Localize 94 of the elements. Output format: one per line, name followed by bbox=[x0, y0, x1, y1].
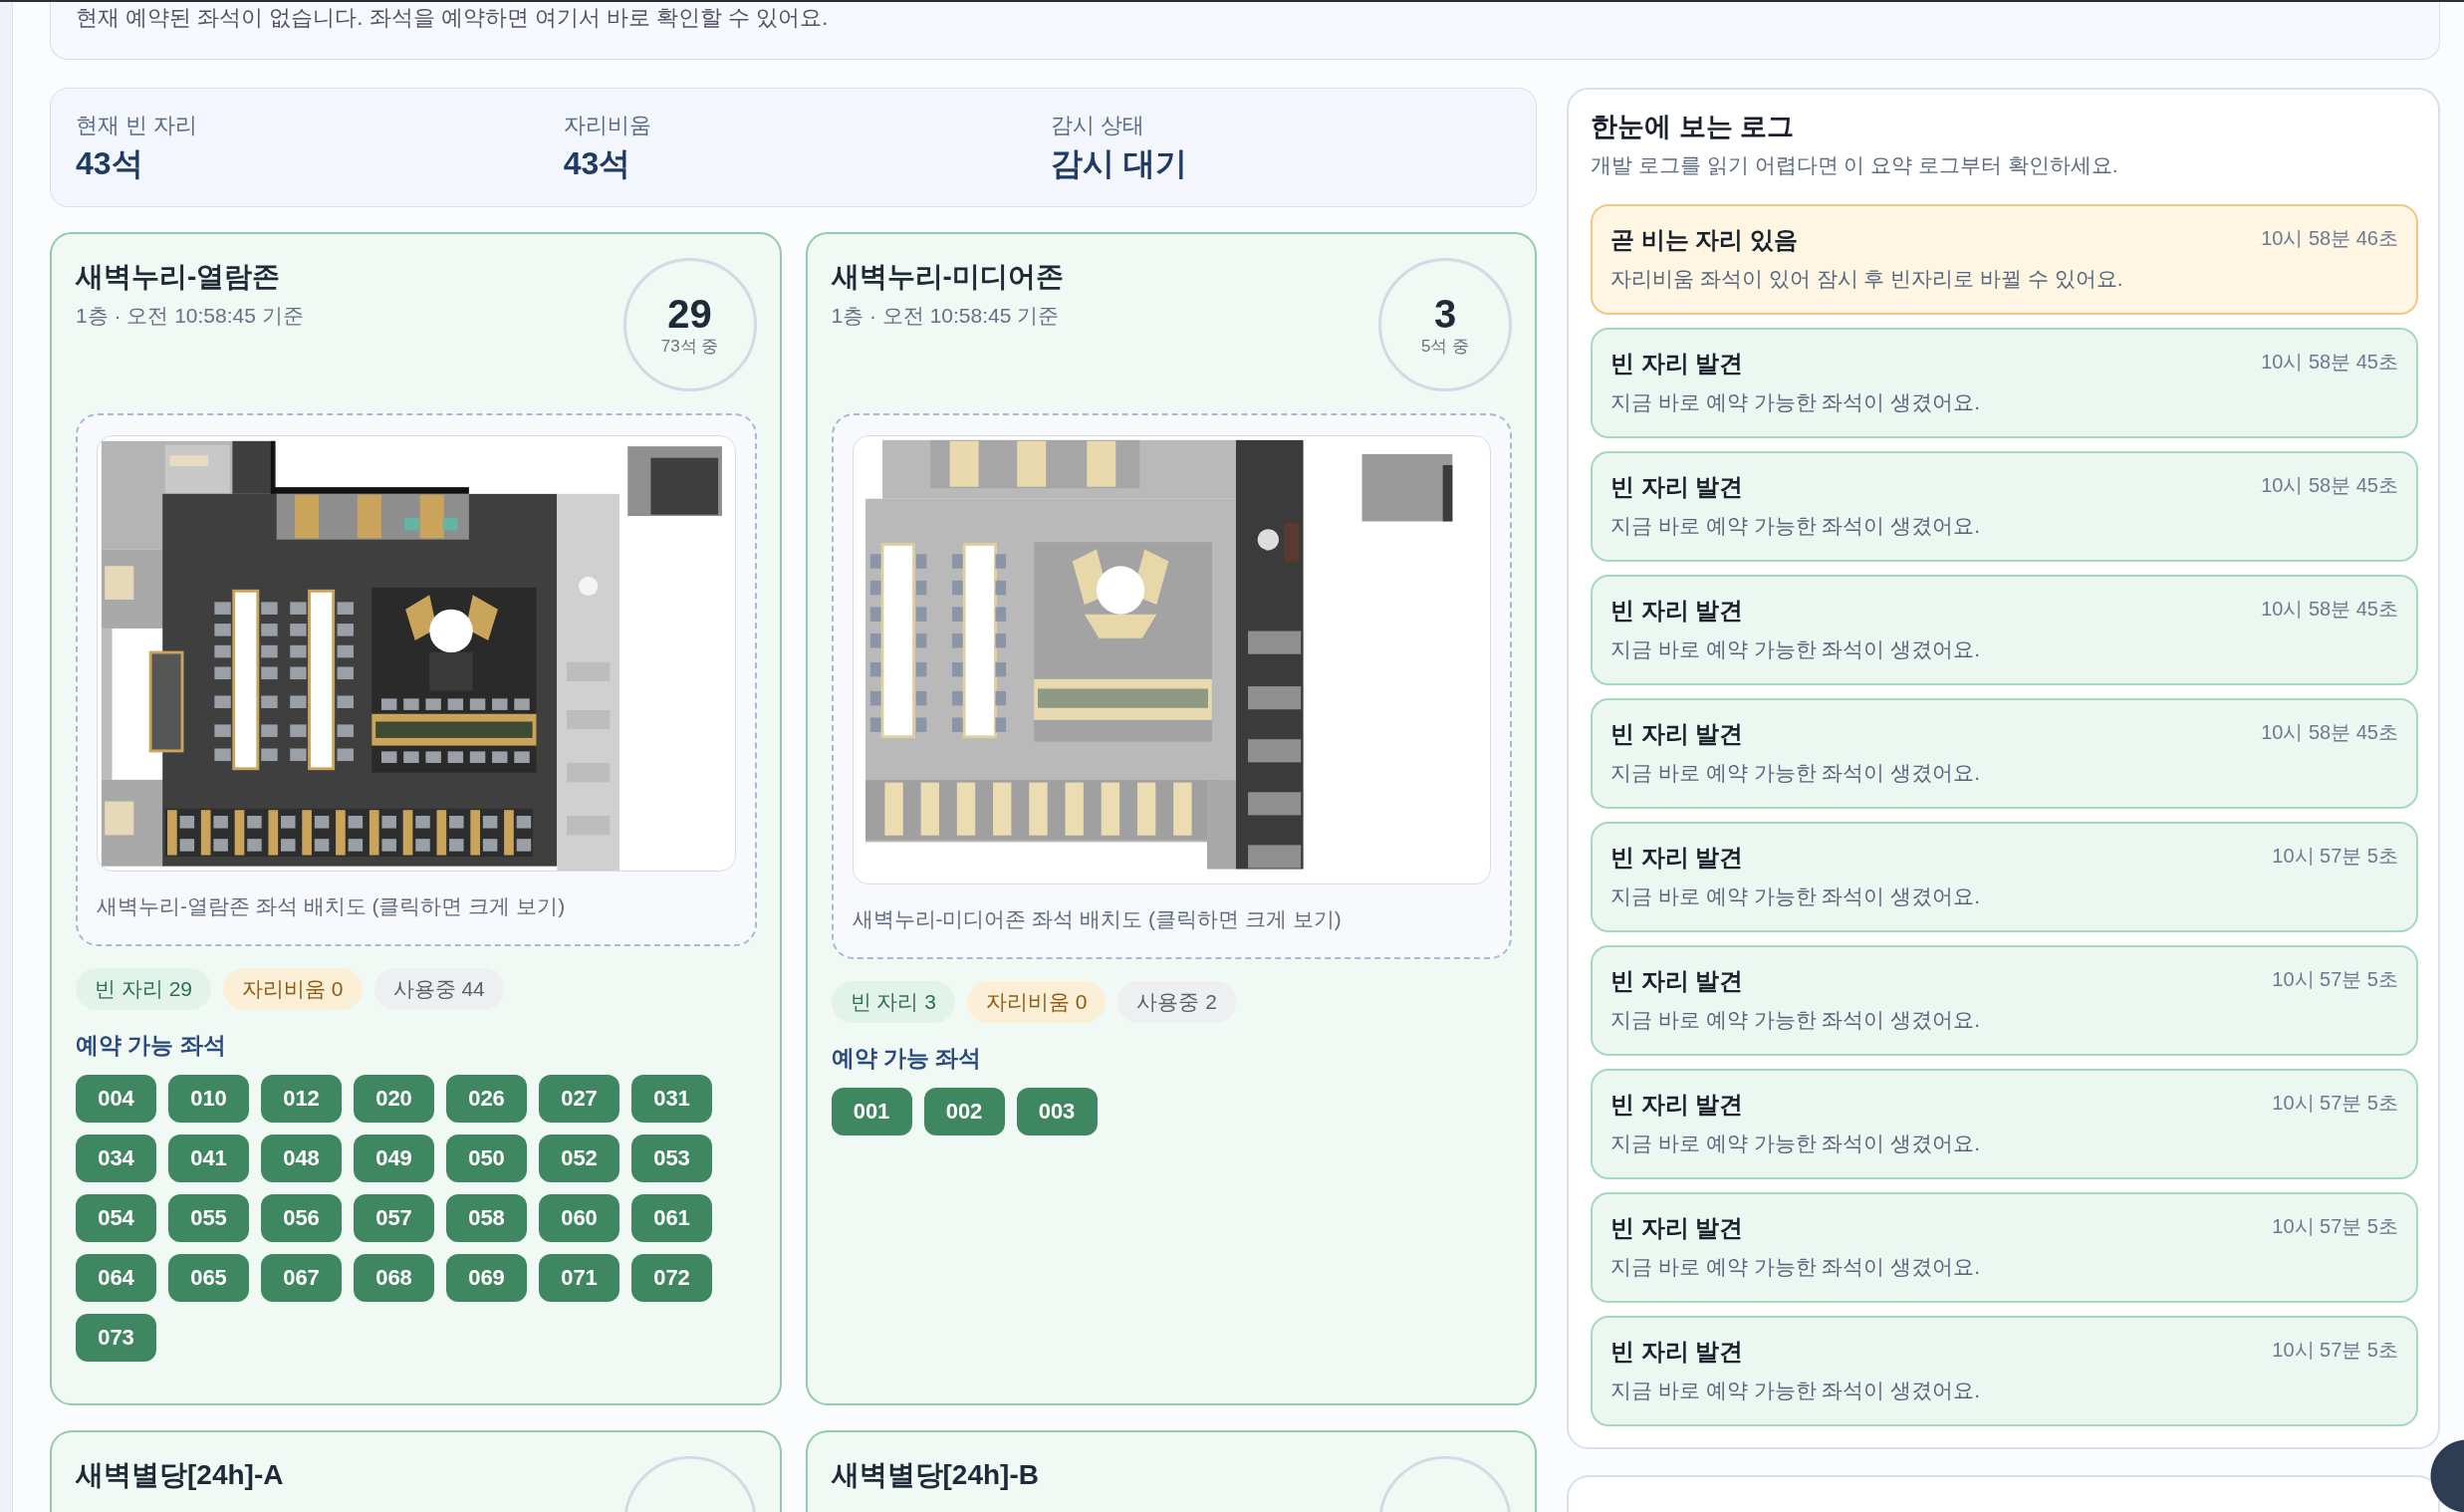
seat-button[interactable]: 027 bbox=[539, 1075, 619, 1123]
log-entry-time: 10시 57분 5초 bbox=[2272, 1338, 2398, 1363]
floor-plan-panel[interactable]: 새벽누리-미디어존 좌석 배치도 (클릭하면 크게 보기) bbox=[831, 413, 1512, 959]
status-badge: 자리비움 0 bbox=[966, 981, 1107, 1023]
seat-button[interactable]: 067 bbox=[261, 1254, 342, 1302]
summary-label: 감시 상태 bbox=[1051, 112, 1145, 139]
log-entry-message: 지금 바로 예약 가능한 좌석이 생겼어요. bbox=[1610, 1007, 1980, 1033]
seat-button[interactable]: 071 bbox=[539, 1254, 619, 1302]
seat-button[interactable]: 041 bbox=[168, 1134, 249, 1182]
zone-title: 새벽누리-열람존 bbox=[76, 260, 281, 294]
seat-button[interactable]: 065 bbox=[168, 1254, 249, 1302]
status-badge: 빈 자리 3 bbox=[831, 981, 955, 1023]
seat-button[interactable]: 068 bbox=[354, 1254, 434, 1302]
log-entry-message: 지금 바로 예약 가능한 좌석이 생겼어요. bbox=[1610, 883, 1980, 909]
seat-button[interactable]: 049 bbox=[354, 1134, 434, 1182]
log-entry-title: 곧 비는 자리 있음 bbox=[1610, 225, 1798, 255]
zone-subtitle: 1층 · 오전 10:58:45 기준 bbox=[831, 303, 1060, 329]
floor-plan-panel[interactable]: 새벽누리-열람존 좌석 배치도 (클릭하면 크게 보기) bbox=[76, 413, 757, 946]
seat-button[interactable]: 056 bbox=[261, 1194, 342, 1242]
seat-button[interactable]: 053 bbox=[631, 1134, 712, 1182]
log-entry-title: 빈 자리 발견 bbox=[1610, 349, 1744, 378]
seat-button[interactable]: 069 bbox=[446, 1254, 527, 1302]
seat-button[interactable]: 061 bbox=[631, 1194, 712, 1242]
seat-button[interactable]: 048 bbox=[261, 1134, 342, 1182]
floor-plan-caption: 새벽누리-미디어존 좌석 배치도 (클릭하면 크게 보기) bbox=[852, 906, 1343, 932]
log-entry-time: 10시 58분 46초 bbox=[2261, 226, 2398, 251]
total-seats-label: 73석 중 bbox=[660, 336, 719, 358]
seat-button[interactable]: 020 bbox=[354, 1075, 434, 1123]
seat-button[interactable]: 001 bbox=[831, 1088, 912, 1135]
seat-button[interactable]: 057 bbox=[354, 1194, 434, 1242]
seat-button[interactable]: 055 bbox=[168, 1194, 249, 1242]
log-entry-title: 빈 자리 발견 bbox=[1610, 1337, 1744, 1367]
status-badge: 빈 자리 29 bbox=[76, 968, 212, 1010]
log-entry-title: 빈 자리 발견 bbox=[1610, 966, 1744, 996]
log-entry-message: 지금 바로 예약 가능한 좌석이 생겼어요. bbox=[1610, 1131, 1980, 1156]
log-entry-title: 빈 자리 발견 bbox=[1610, 1213, 1744, 1243]
log-entry-message: 지금 바로 예약 가능한 좌석이 생겼어요. bbox=[1610, 1254, 1980, 1280]
log-entry-title: 빈 자리 발견 bbox=[1610, 719, 1744, 749]
seat-button[interactable]: 010 bbox=[168, 1075, 249, 1123]
seat-button[interactable]: 050 bbox=[446, 1134, 527, 1182]
zone-title: 새벽별당[24h]-B bbox=[831, 1458, 1039, 1492]
log-entry-message: 자리비움 좌석이 있어 잠시 후 빈자리로 바뀔 수 있어요. bbox=[1610, 266, 2123, 292]
summary-value: 43석 bbox=[563, 144, 631, 183]
seat-button[interactable]: 012 bbox=[261, 1075, 342, 1123]
log-entry-time: 10시 58분 45초 bbox=[2261, 350, 2398, 375]
log-entry-time: 10시 57분 5초 bbox=[2272, 967, 2398, 992]
log-entry-message: 지금 바로 예약 가능한 좌석이 생겼어요. bbox=[1610, 1378, 1980, 1403]
log-entry-message: 지금 바로 예약 가능한 좌석이 생겼어요. bbox=[1610, 389, 1980, 415]
status-badge: 자리비움 0 bbox=[223, 968, 363, 1010]
log-panel-subtitle: 개발 로그를 읽기 어렵다면 이 요약 로그부터 확인하세요. bbox=[1591, 152, 2118, 178]
seat-button[interactable]: 058 bbox=[446, 1194, 527, 1242]
seat-button[interactable]: 052 bbox=[539, 1134, 619, 1182]
log-entry-message: 지금 바로 예약 가능한 좌석이 생겼어요. bbox=[1610, 760, 1980, 786]
seat-button[interactable]: 034 bbox=[76, 1134, 156, 1182]
status-badge: 사용중 44 bbox=[373, 968, 504, 1010]
zone-subtitle: 1층 · 오전 10:58:45 기준 bbox=[76, 303, 304, 329]
seat-button[interactable]: 026 bbox=[446, 1075, 527, 1123]
seat-button[interactable]: 054 bbox=[76, 1194, 156, 1242]
summary-value: 감시 대기 bbox=[1051, 144, 1188, 183]
log-entry-time: 10시 57분 5초 bbox=[2272, 1214, 2398, 1239]
log-panel-title: 한눈에 보는 로그 bbox=[1591, 111, 1794, 143]
notice-text: 현재 예약된 좌석이 없습니다. 좌석을 예약하면 여기서 바로 확인할 수 있어요. bbox=[76, 4, 830, 32]
seat-button[interactable]: 031 bbox=[631, 1075, 712, 1123]
log-entry-title: 빈 자리 발견 bbox=[1610, 596, 1744, 626]
log-entry-message: 지금 바로 예약 가능한 좌석이 생겼어요. bbox=[1610, 636, 1980, 662]
available-count: 3 bbox=[1433, 292, 1457, 336]
floating-button[interactable] bbox=[2430, 1439, 2464, 1512]
zone-title: 새벽별당[24h]-A bbox=[76, 1458, 284, 1492]
seat-button[interactable]: 004 bbox=[76, 1075, 156, 1123]
log-entry-time: 10시 58분 45초 bbox=[2261, 720, 2398, 745]
floor-plan-caption: 새벽누리-열람존 좌석 배치도 (클릭하면 크게 보기) bbox=[97, 893, 567, 919]
summary-label: 현재 빈 자리 bbox=[76, 112, 198, 139]
seat-button[interactable]: 064 bbox=[76, 1254, 156, 1302]
status-badge: 사용중 2 bbox=[1117, 981, 1236, 1023]
log-entry-time: 10시 58분 45초 bbox=[2261, 473, 2398, 498]
available-count: 29 bbox=[667, 292, 712, 336]
log-entry-title: 빈 자리 발견 bbox=[1610, 843, 1744, 873]
seat-button[interactable]: 073 bbox=[76, 1314, 156, 1362]
total-seats-label: 5석 중 bbox=[1420, 336, 1470, 358]
zone-title: 새벽누리-미디어존 bbox=[831, 260, 1064, 294]
seats-heading: 예약 가능 좌석 bbox=[831, 1044, 982, 1073]
seat-button[interactable]: 003 bbox=[1016, 1088, 1098, 1135]
log-entry-time: 10시 57분 5초 bbox=[2272, 844, 2398, 869]
seat-button[interactable]: 060 bbox=[539, 1194, 619, 1242]
log-entry-message: 지금 바로 예약 가능한 좌석이 생겼어요. bbox=[1610, 513, 1980, 539]
log-entry-time: 10시 57분 5초 bbox=[2272, 1091, 2398, 1116]
seats-heading: 예약 가능 좌석 bbox=[76, 1031, 226, 1060]
seat-button[interactable]: 002 bbox=[923, 1088, 1005, 1135]
summary-value: 43석 bbox=[76, 144, 143, 183]
log-entry-title: 빈 자리 발견 bbox=[1610, 472, 1744, 502]
summary-label: 자리비움 bbox=[563, 112, 651, 139]
seat-button[interactable]: 072 bbox=[631, 1254, 712, 1302]
log-entry-title: 빈 자리 발견 bbox=[1610, 1090, 1744, 1120]
log-entry-time: 10시 58분 45초 bbox=[2261, 597, 2398, 622]
